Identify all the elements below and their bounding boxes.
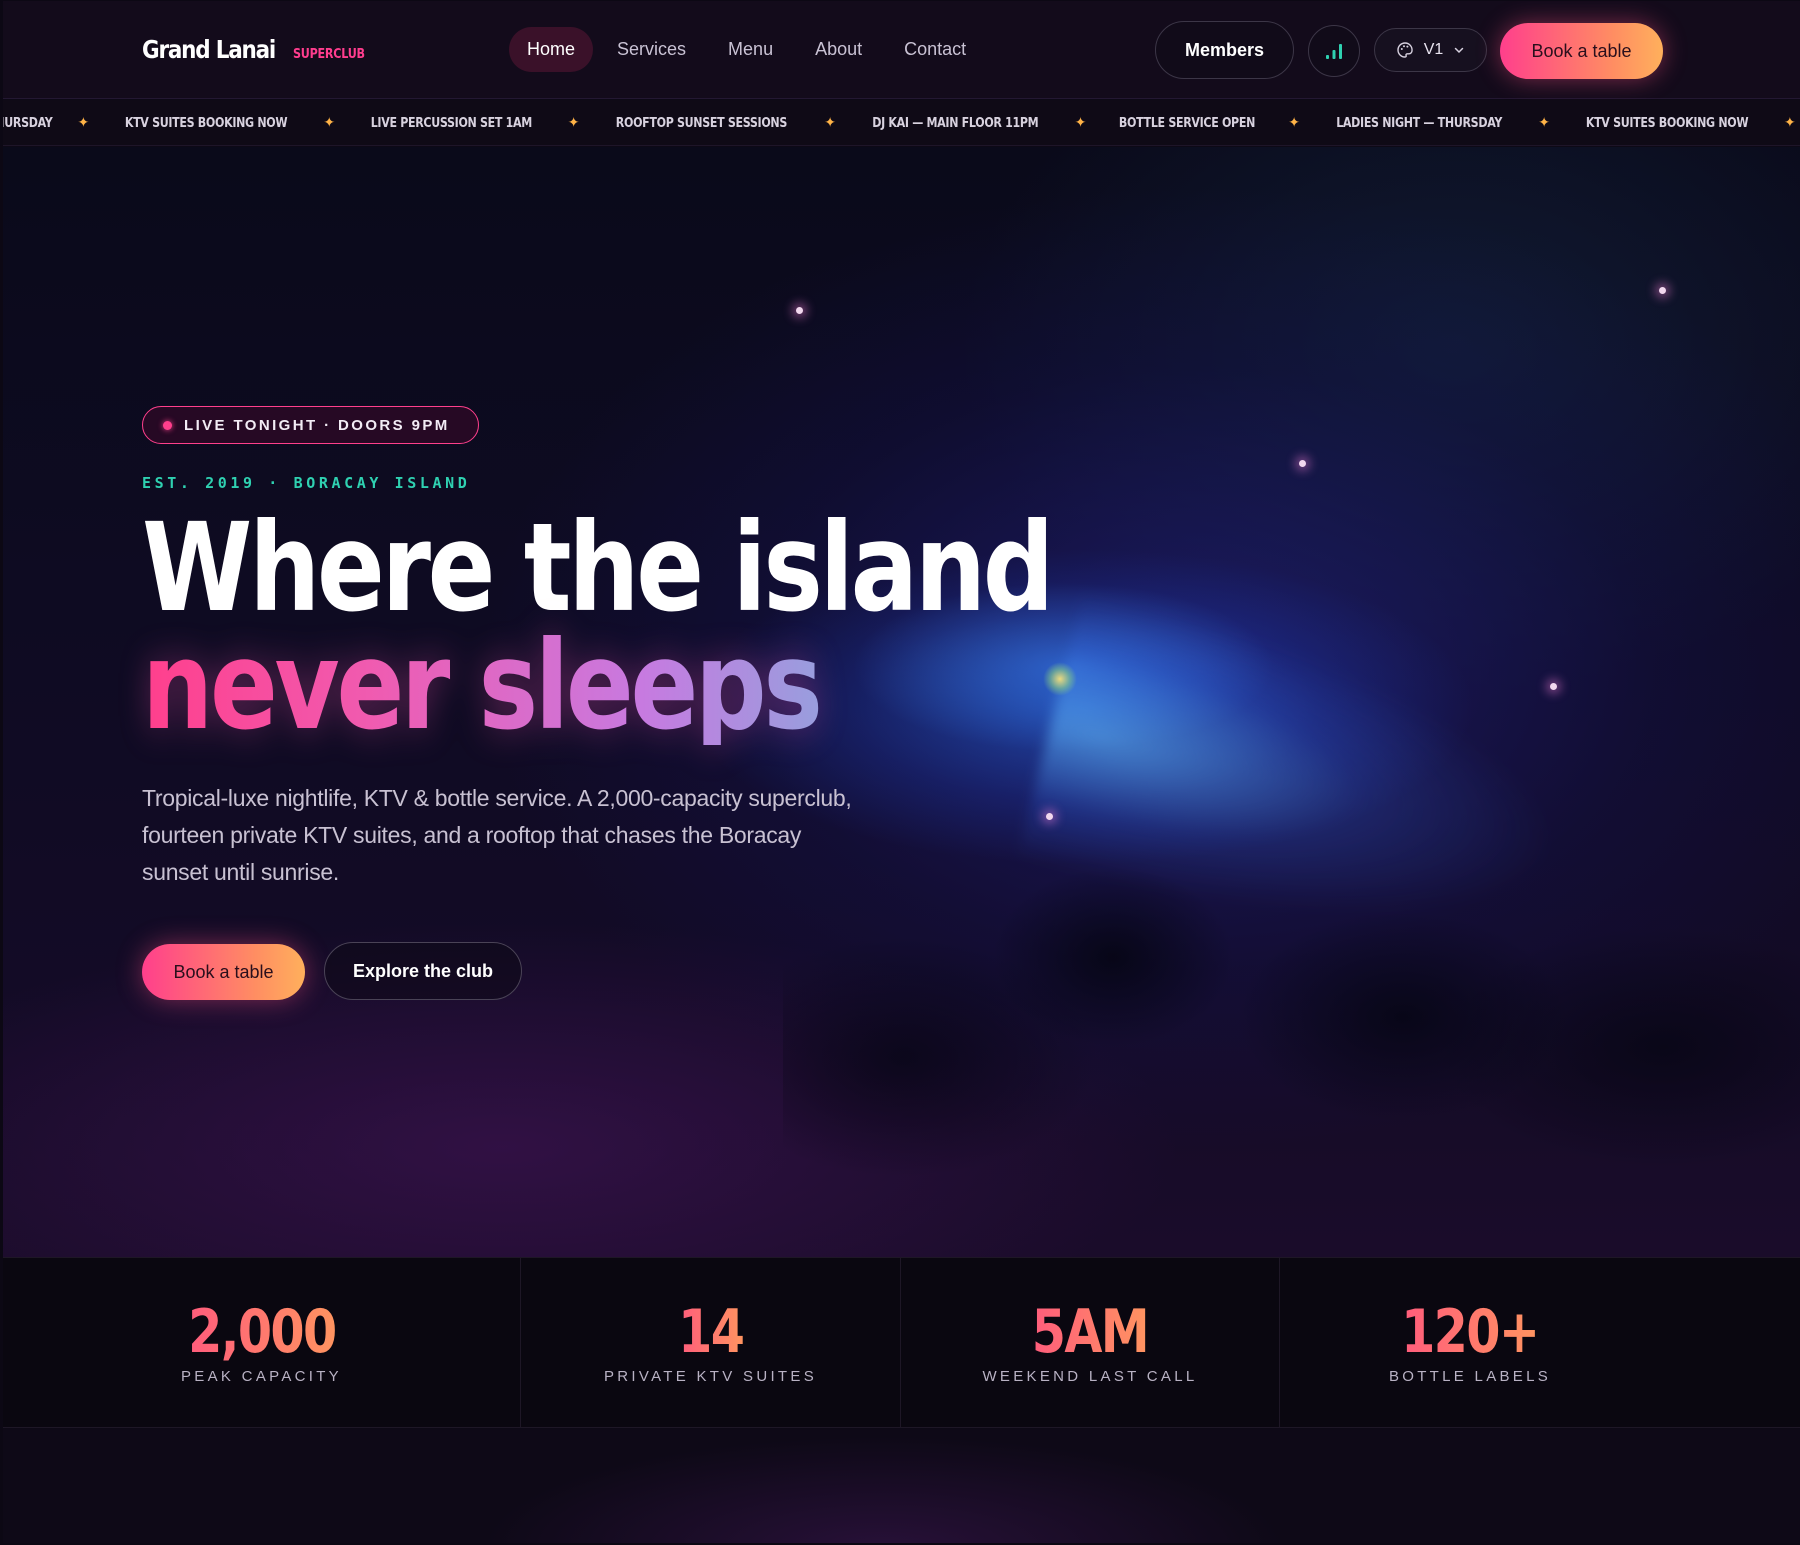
- glow-particle: [1046, 813, 1053, 820]
- star-separator-icon: ✦: [77, 114, 90, 130]
- palette-icon: [1397, 42, 1413, 58]
- stat-label: PEAK CAPACITY: [181, 1368, 342, 1385]
- ticker-item: KTV SUITES BOOKING NOW: [1585, 114, 1749, 131]
- stat-peak-capacity: 2,000 PEAK CAPACITY: [3, 1258, 521, 1427]
- nav-link-about[interactable]: About: [797, 27, 880, 72]
- stat-label: PRIVATE KTV SUITES: [603, 1368, 818, 1385]
- nav-link-home[interactable]: Home: [509, 27, 594, 72]
- glow-particle: [796, 307, 803, 314]
- hero-headline-line1: Where the island: [142, 497, 1054, 639]
- hero-eyebrow: EST. 2019 · BORACAY ISLAND: [142, 474, 471, 492]
- glow-particle: [1659, 287, 1666, 294]
- stat-value: 14: [677, 1297, 745, 1367]
- star-separator-icon: ✦: [323, 114, 336, 130]
- live-status-text: LIVE TONIGHT · DOORS 9PM: [184, 416, 450, 434]
- nav-links: Home Services Menu About Contact: [509, 27, 984, 72]
- nav-link-services[interactable]: Services: [599, 27, 704, 72]
- nav-link-menu[interactable]: Menu: [710, 27, 791, 72]
- stat-label: WEEKEND LAST CALL: [982, 1368, 1198, 1385]
- stat-value: 5AM: [1031, 1297, 1150, 1367]
- theme-version-select[interactable]: V1: [1374, 28, 1487, 72]
- star-separator-icon: ✦: [824, 114, 836, 130]
- brand-logo[interactable]: Grand Lanai SUPERCLUB: [142, 35, 376, 64]
- top-nav: Grand Lanai SUPERCLUB Home Services Menu…: [3, 1, 1800, 99]
- brand-tagline: SUPERCLUB: [292, 47, 365, 62]
- star-separator-icon: ✦: [1538, 114, 1550, 130]
- stat-value: 2,000: [187, 1297, 337, 1367]
- members-button[interactable]: Members: [1155, 21, 1294, 79]
- star-separator-icon: ✦: [1074, 114, 1087, 130]
- star-separator-icon: ✦: [567, 114, 580, 130]
- page: Grand Lanai SUPERCLUB Home Services Menu…: [3, 1, 1800, 1543]
- nav-link-contact[interactable]: Contact: [886, 27, 984, 72]
- book-table-hero-button[interactable]: Book a table: [142, 944, 305, 1000]
- ticker-item: THURSDAY: [3, 114, 53, 131]
- star-separator-icon: ✦: [1784, 114, 1796, 130]
- ticker-item: LIVE PERCUSSION SET 1AM: [370, 114, 533, 131]
- ticker-item: BOTTLE SERVICE OPEN: [1119, 114, 1256, 131]
- bar-chart-icon: [1326, 44, 1342, 59]
- hero-headline: Where the island never sleeps: [142, 497, 1251, 747]
- hero-section: LIVE TONIGHT · DOORS 9PM EST. 2019 · BOR…: [3, 147, 1800, 1257]
- stats-bar: 2,000 PEAK CAPACITY 14 PRIVATE KTV SUITE…: [3, 1257, 1800, 1428]
- live-dot-icon: [163, 420, 172, 430]
- stats-button[interactable]: [1308, 25, 1360, 77]
- crowd-silhouette: [783, 797, 1800, 1257]
- chevron-down-icon: [1455, 47, 1464, 54]
- ticker-item: DJ KAI — MAIN FLOOR 11PM: [872, 114, 1039, 131]
- hero-headline-line2: never sleeps: [142, 625, 1051, 747]
- theme-version-label: V1: [1423, 41, 1444, 58]
- brand-name: Grand Lanai: [142, 35, 276, 64]
- ticker-track: THURSDAY ✦ KTV SUITES BOOKING NOW ✦ LIVE PER…: [3, 114, 1800, 131]
- live-status-badge: LIVE TONIGHT · DOORS 9PM: [142, 406, 479, 444]
- star-separator-icon: ✦: [1288, 114, 1300, 130]
- book-table-nav-button[interactable]: Book a table: [1500, 23, 1663, 79]
- explore-club-button[interactable]: Explore the club: [324, 942, 522, 1000]
- ticker-item: KTV SUITES BOOKING NOW: [125, 114, 288, 131]
- glow-particle: [1550, 683, 1557, 690]
- ticker-item: LADIES NIGHT — THURSDAY: [1336, 114, 1503, 131]
- stat-last-call: 5AM WEEKEND LAST CALL: [901, 1258, 1280, 1427]
- ticker-item: ROOFTOP SUNSET SESSIONS: [616, 114, 788, 131]
- glow-particle: [1299, 460, 1306, 467]
- stat-ktv-suites: 14 PRIVATE KTV SUITES: [521, 1258, 901, 1427]
- stat-label: BOTTLE LABELS: [1388, 1368, 1552, 1385]
- next-section-preview: [3, 1429, 1800, 1543]
- stat-value: 120+: [1401, 1297, 1540, 1367]
- stat-bottle-labels: 120+ BOTTLE LABELS: [1280, 1258, 1660, 1427]
- announcement-ticker: THURSDAY ✦ KTV SUITES BOOKING NOW ✦ LIVE PER…: [3, 100, 1800, 146]
- hero-description: Tropical-luxe nightlife, KTV & bottle se…: [142, 785, 852, 885]
